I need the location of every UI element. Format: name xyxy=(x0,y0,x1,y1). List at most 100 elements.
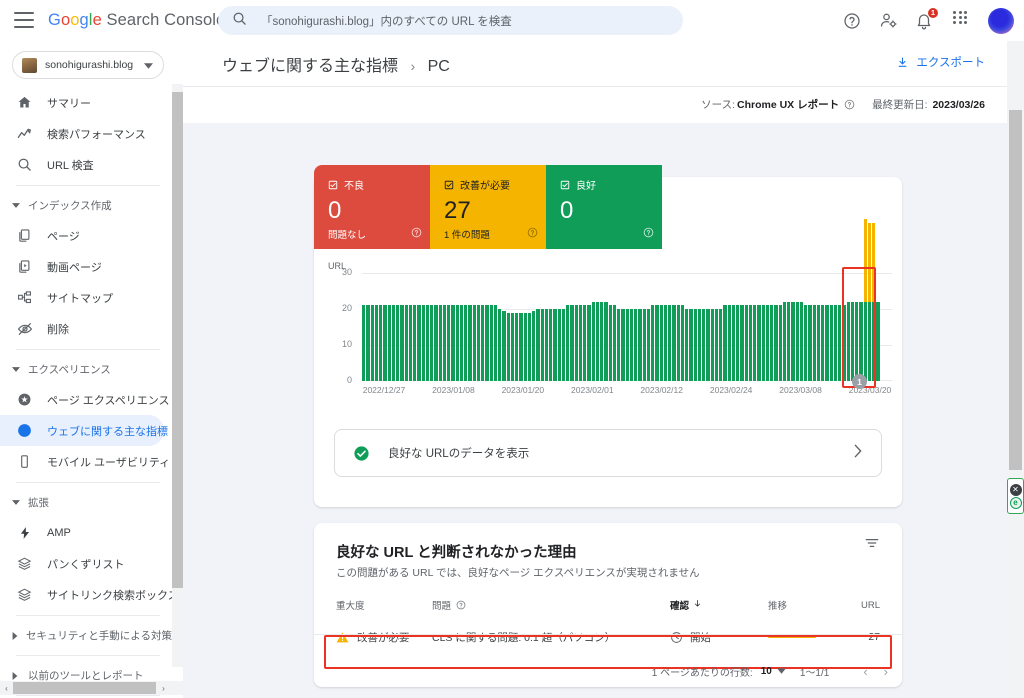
property-selector[interactable]: sonohigurashi.blog xyxy=(12,51,164,79)
chart-bar[interactable] xyxy=(727,305,731,381)
chart-bar[interactable] xyxy=(625,309,629,381)
chart-bar[interactable] xyxy=(421,305,425,381)
chart-bar[interactable] xyxy=(731,305,735,381)
chart-bar[interactable] xyxy=(710,309,714,381)
chart-bar[interactable] xyxy=(523,312,527,381)
chart-bar[interactable] xyxy=(685,309,689,381)
chart-bar[interactable] xyxy=(532,310,536,381)
checkbox-icon[interactable] xyxy=(444,180,454,190)
help-icon[interactable] xyxy=(842,11,862,31)
chart-bar[interactable] xyxy=(719,309,723,381)
chart-bar[interactable] xyxy=(833,305,837,381)
chart-bar[interactable] xyxy=(774,305,778,381)
chart-bar[interactable] xyxy=(366,305,370,381)
sidebar-item-url-inspection[interactable]: URL 検査 xyxy=(0,149,164,180)
chart-bar[interactable] xyxy=(574,305,578,381)
chart-bar[interactable] xyxy=(476,305,480,381)
checkbox-icon[interactable] xyxy=(328,180,338,190)
sidebar-item-pages[interactable]: ページ xyxy=(0,220,164,251)
chart-bar[interactable] xyxy=(714,309,718,381)
filter-icon[interactable] xyxy=(864,535,880,556)
chart-bar[interactable] xyxy=(621,309,625,381)
chart-bar[interactable] xyxy=(604,301,608,381)
chart-bar[interactable] xyxy=(842,305,846,381)
chart-bar[interactable] xyxy=(383,305,387,381)
chart-bar[interactable] xyxy=(872,222,876,381)
chart-bar[interactable] xyxy=(515,312,519,381)
chart-bar[interactable] xyxy=(821,305,825,381)
status-card-needs-improvement[interactable]: 改善が必要 27 1 件の問題 xyxy=(430,165,546,249)
chart-bar[interactable] xyxy=(438,305,442,381)
sidebar-group-enhancements[interactable]: 拡張 xyxy=(0,488,172,517)
chart-bar[interactable] xyxy=(506,312,510,381)
chart-bar[interactable] xyxy=(591,301,595,381)
sidebar-item-amp[interactable]: AMP xyxy=(0,517,164,548)
chart-bar[interactable] xyxy=(663,305,667,381)
chart-bar[interactable] xyxy=(570,305,574,381)
chart-bar[interactable] xyxy=(748,305,752,381)
chart-bar[interactable] xyxy=(668,305,672,381)
chart-bar[interactable] xyxy=(379,305,383,381)
scroll-right-arrow[interactable]: › xyxy=(157,681,170,695)
sidebar-item-breadcrumbs[interactable]: パンくずリスト xyxy=(0,548,164,579)
chart-bar[interactable] xyxy=(595,301,599,381)
chart-bar[interactable] xyxy=(723,305,727,381)
chart-bar[interactable] xyxy=(753,305,757,381)
chart-bar[interactable] xyxy=(583,305,587,381)
chart-bar[interactable] xyxy=(391,305,395,381)
chart-bar[interactable] xyxy=(468,305,472,381)
previous-page-button[interactable]: ‹ xyxy=(863,664,867,679)
chart-bar[interactable] xyxy=(770,305,774,381)
chart-bar[interactable] xyxy=(587,305,591,381)
close-icon[interactable]: ✕ xyxy=(1009,483,1022,496)
chart-bar[interactable] xyxy=(396,305,400,381)
help-icon[interactable] xyxy=(456,600,466,610)
chart-bar[interactable] xyxy=(519,312,523,381)
chart-bar[interactable] xyxy=(536,309,540,381)
chart-bar[interactable] xyxy=(702,309,706,381)
chart-bar[interactable] xyxy=(638,309,642,381)
accessibility-widget[interactable]: ✕ e xyxy=(1007,478,1024,514)
sidebar-item-removals[interactable]: 削除 xyxy=(0,313,164,344)
chart-bar[interactable] xyxy=(612,305,616,381)
chart-bar[interactable] xyxy=(706,309,710,381)
sidebar-group-indexing[interactable]: インデックス作成 xyxy=(0,191,172,220)
chart-bar[interactable] xyxy=(846,301,850,381)
chart-annotation-badge[interactable]: 1 xyxy=(852,374,867,389)
chart-bar[interactable] xyxy=(876,301,880,381)
chart-bar[interactable] xyxy=(430,305,434,381)
chart-bar[interactable] xyxy=(765,305,769,381)
sidebar-item-summary[interactable]: サマリー xyxy=(0,87,164,118)
sidebar-item-sitemaps[interactable]: サイトマップ xyxy=(0,282,164,313)
chart-bar[interactable] xyxy=(481,305,485,381)
sidebar-item-search-performance[interactable]: 検索パフォーマンス xyxy=(0,118,164,149)
help-icon[interactable] xyxy=(844,99,855,110)
avatar[interactable] xyxy=(988,7,1014,34)
chart-bar[interactable] xyxy=(855,301,859,381)
chart-bar[interactable] xyxy=(464,305,468,381)
chart-bar[interactable] xyxy=(413,305,417,381)
chart-bar[interactable] xyxy=(502,310,506,381)
sidebar-item-sitelinks-searchbox[interactable]: サイトリンク検索ボックス xyxy=(0,579,172,610)
chart-bar[interactable] xyxy=(859,301,863,381)
status-card-good[interactable]: 良好 0 xyxy=(546,165,662,249)
chart-bar[interactable] xyxy=(697,309,701,381)
chart-bar[interactable] xyxy=(451,305,455,381)
account-settings-icon[interactable] xyxy=(878,11,898,31)
chart-bar[interactable] xyxy=(736,305,740,381)
chart-bars[interactable] xyxy=(362,219,892,381)
chart-bar[interactable] xyxy=(672,305,676,381)
chart-bar[interactable] xyxy=(498,309,502,381)
chart-bar[interactable] xyxy=(651,305,655,381)
chart-bar[interactable] xyxy=(799,301,803,381)
chart-bar[interactable] xyxy=(795,301,799,381)
chart-bar[interactable] xyxy=(549,309,553,381)
chart-bar[interactable] xyxy=(540,309,544,381)
chart-bar[interactable] xyxy=(489,305,493,381)
chart-bar[interactable] xyxy=(561,309,565,381)
chart-bar[interactable] xyxy=(459,305,463,381)
chart-bar[interactable] xyxy=(425,305,429,381)
status-card-poor[interactable]: 不良 0 問題なし xyxy=(314,165,430,249)
column-header-trend[interactable]: 推移 xyxy=(768,598,840,612)
next-page-button[interactable]: › xyxy=(884,664,888,679)
